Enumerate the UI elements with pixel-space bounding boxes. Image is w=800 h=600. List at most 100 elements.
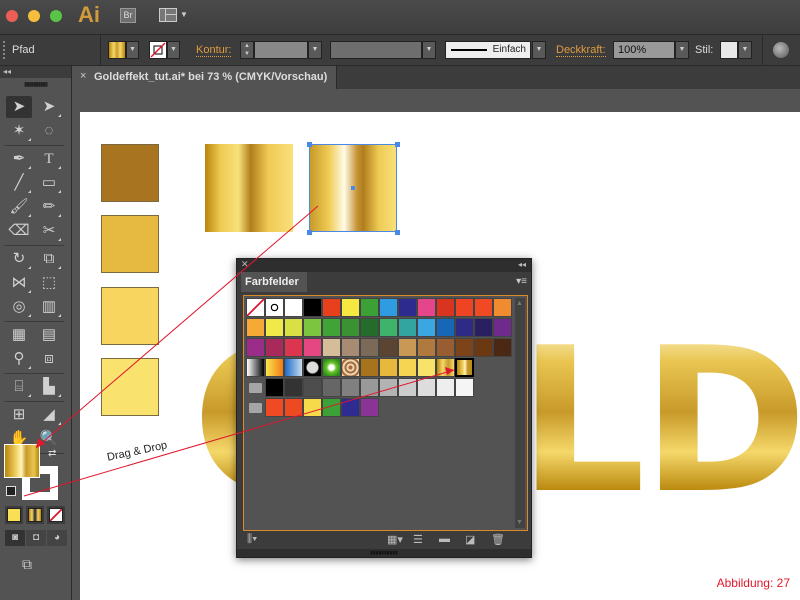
swatch[interactable]: [436, 298, 455, 317]
swatch[interactable]: [341, 298, 360, 317]
panel-menu-icon[interactable]: ▾≡: [516, 276, 527, 287]
swatch[interactable]: [398, 378, 417, 397]
fill-swatch[interactable]: [108, 41, 126, 59]
variable-width-dropdown[interactable]: [330, 41, 422, 59]
close-tab-icon[interactable]: ×: [80, 70, 86, 82]
swatch[interactable]: [455, 378, 474, 397]
fill-dropdown[interactable]: ▼: [108, 41, 139, 59]
swatch[interactable]: [493, 338, 512, 357]
screen-mode-icon[interactable]: ⧉: [22, 556, 44, 572]
rectangle-tool-icon[interactable]: ▭: [36, 172, 62, 194]
swatch[interactable]: [436, 378, 455, 397]
rotate-tool-icon[interactable]: ↻: [6, 248, 32, 270]
draw-normal-icon[interactable]: ◙: [5, 530, 25, 546]
selection-center-point[interactable]: [351, 186, 355, 190]
swatch[interactable]: [303, 398, 322, 417]
swatch-square-lightest[interactable]: [101, 358, 159, 416]
stroke-dropdown[interactable]: ▼: [149, 41, 180, 59]
swatch[interactable]: [246, 318, 265, 337]
stroke-weight-stepper[interactable]: ▲ ▼: [240, 41, 254, 59]
swatch-square-dark[interactable]: [101, 144, 159, 202]
swatch[interactable]: [436, 338, 455, 357]
selection-tool-icon[interactable]: ➤: [6, 96, 32, 118]
none-button[interactable]: [47, 506, 65, 524]
swatch[interactable]: [322, 318, 341, 337]
color-group-folder-icon[interactable]: [246, 398, 265, 417]
chevron-down-icon[interactable]: ▼: [167, 41, 180, 59]
document-tab[interactable]: × Goldeffekt_tut.ai* bei 73 % (CMYK/Vors…: [72, 66, 337, 89]
panel-resize-grip[interactable]: ▮▮▮▮▮▮▮▮▮▮: [237, 549, 531, 557]
swatch[interactable]: [379, 318, 398, 337]
stroke-none-swatch[interactable]: [149, 41, 167, 59]
swatch[interactable]: [455, 298, 474, 317]
width-tool-icon[interactable]: ⋈: [6, 272, 32, 294]
draw-behind-icon[interactable]: ◘: [26, 530, 46, 546]
kontur-label[interactable]: Kontur:: [196, 44, 232, 57]
swatch[interactable]: [284, 398, 303, 417]
direct-selection-tool-icon[interactable]: ➤: [36, 96, 62, 118]
swatch[interactable]: [436, 358, 455, 377]
chevron-down-icon[interactable]: ▼: [532, 41, 546, 59]
swatch[interactable]: [455, 338, 474, 357]
perspective-grid-tool-icon[interactable]: ▥: [36, 296, 62, 318]
chevron-down-icon[interactable]: ▼: [675, 41, 689, 59]
swatch[interactable]: [284, 318, 303, 337]
pen-tool-icon[interactable]: ✒: [6, 148, 32, 170]
swatch[interactable]: [474, 338, 493, 357]
swatch-libraries-icon[interactable]: ⫼▾: [247, 533, 257, 546]
swatch[interactable]: [246, 298, 265, 317]
swatch[interactable]: [265, 318, 284, 337]
scroll-down-icon[interactable]: ▼: [516, 519, 523, 526]
swatch-options-icon[interactable]: ☰: [413, 533, 423, 546]
swatch[interactable]: [379, 358, 398, 377]
magic-wand-tool-icon[interactable]: ✶: [6, 120, 32, 142]
swatch[interactable]: [493, 298, 512, 317]
swatch[interactable]: [303, 358, 322, 377]
close-window-button[interactable]: [6, 10, 18, 22]
swatch-square-light[interactable]: [101, 287, 159, 345]
close-panel-icon[interactable]: ✕: [241, 259, 249, 270]
swatch[interactable]: [284, 338, 303, 357]
swatch[interactable]: [398, 338, 417, 357]
swatch[interactable]: [360, 338, 379, 357]
chevron-down-icon[interactable]: ▼: [738, 41, 752, 59]
swatch[interactable]: [303, 298, 322, 317]
symbol-sprayer-tool-icon[interactable]: ⌸: [6, 376, 32, 398]
swatch[interactable]: [322, 338, 341, 357]
swatch[interactable]: [265, 378, 284, 397]
swatch[interactable]: [417, 338, 436, 357]
arrange-documents-icon[interactable]: [159, 8, 177, 22]
maximize-window-button[interactable]: [50, 10, 62, 22]
swatch[interactable]: [246, 358, 265, 377]
swatch[interactable]: [303, 378, 322, 397]
swatch-square-medium[interactable]: [101, 215, 159, 273]
mesh-tool-icon[interactable]: ▦: [6, 324, 32, 346]
free-transform-tool-icon[interactable]: ⬚: [36, 272, 62, 294]
swatch[interactable]: [417, 378, 436, 397]
selection-handle[interactable]: [307, 142, 312, 147]
swatch[interactable]: [265, 298, 284, 317]
panel-title-bar[interactable]: ✕ ◂◂: [237, 259, 531, 272]
bridge-button[interactable]: Br: [120, 8, 136, 23]
selection-handle[interactable]: [395, 142, 400, 147]
chevron-down-icon[interactable]: ▼: [422, 41, 436, 59]
swatch[interactable]: [341, 378, 360, 397]
minimize-window-button[interactable]: [28, 10, 40, 22]
gradient-button[interactable]: [26, 506, 44, 524]
fill-color-box[interactable]: [4, 444, 40, 478]
default-fill-stroke-icon[interactable]: [6, 486, 16, 496]
swatch[interactable]: [417, 358, 436, 377]
deckkraft-label[interactable]: Deckkraft:: [556, 44, 606, 57]
swatch[interactable]: [341, 338, 360, 357]
swatch[interactable]: [341, 318, 360, 337]
new-swatch-icon[interactable]: ◪: [465, 533, 475, 546]
opacity-input[interactable]: 100%: [613, 41, 675, 59]
swatch[interactable]: [265, 338, 284, 357]
swatch[interactable]: [455, 358, 474, 377]
new-color-group-icon[interactable]: ▬: [439, 533, 450, 545]
swatch[interactable]: [360, 378, 379, 397]
draw-inside-icon[interactable]: ◕: [47, 530, 67, 546]
color-group-folder-icon[interactable]: [246, 378, 265, 397]
swatch[interactable]: [417, 298, 436, 317]
swatch[interactable]: [474, 298, 493, 317]
